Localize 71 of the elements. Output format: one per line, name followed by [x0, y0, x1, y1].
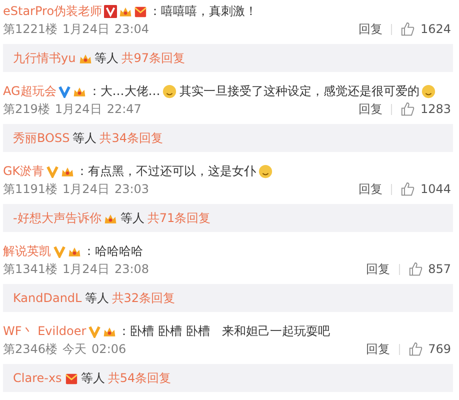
reply-count-link[interactable]: 共54条回复: [108, 370, 172, 386]
comment-text: ：嘻嘻嘻，真刺激！: [149, 2, 258, 20]
reply-count-link[interactable]: 共32条回复: [112, 290, 176, 306]
date: 1月24日: [62, 260, 110, 278]
replies-bar[interactable]: 秀丽BOSS 等人 共34条回复: [3, 124, 453, 152]
user-name[interactable]: AG超玩会: [3, 82, 56, 100]
verified-v-icon: [53, 244, 66, 258]
like-count: 1044: [420, 182, 451, 196]
like-count: 857: [428, 262, 451, 276]
emoji-icon: [162, 84, 178, 98]
reply-user-name[interactable]: 秀丽BOSS: [13, 130, 70, 146]
verified-v-icon: [58, 84, 72, 98]
floor-number: 第1191楼: [3, 180, 58, 198]
envelope-icon: [64, 372, 78, 384]
reply-count-link[interactable]: 共71条回复: [147, 210, 211, 226]
others-label: 等人: [94, 50, 119, 66]
date: 今天: [62, 340, 87, 358]
like-count: 1283: [420, 102, 451, 116]
verified-badge-icon: [104, 4, 118, 18]
others-label: 等人: [80, 370, 105, 386]
envelope-icon: [134, 4, 148, 18]
reply-user-name[interactable]: -好想大声告诉你: [13, 210, 102, 226]
user-name[interactable]: WF丶 Evildoer: [3, 322, 86, 340]
verified-v-icon: [88, 324, 102, 338]
date: 1月24日: [62, 180, 110, 198]
others-label: 等人: [84, 290, 109, 306]
others-label: 等人: [72, 130, 97, 146]
comment-text: ：有点黑，不过还可以，这是女仆: [76, 162, 256, 180]
others-label: 等人: [120, 210, 144, 226]
time: 22:47: [106, 102, 142, 116]
replies-bar[interactable]: -好想大声告诉你 等人 共71条回复: [3, 204, 453, 232]
comment-text: ：哈哈哈哈: [83, 242, 143, 260]
time: 02:06: [92, 342, 126, 356]
replies-bar[interactable]: KandDandL 等人 共32条回复: [3, 284, 453, 312]
like-count: 1624: [420, 22, 451, 36]
floor-number: 第1221楼: [3, 20, 58, 38]
thumbs-up-icon[interactable]: [409, 342, 424, 356]
thumbs-up-icon[interactable]: [401, 22, 416, 36]
reply-user-name[interactable]: KandDandL: [13, 291, 82, 305]
replies-bar[interactable]: 九行情书yu 等人 共97条回复: [3, 44, 453, 72]
date: 1月24日: [54, 100, 102, 118]
reply-link[interactable]: 回复: [358, 180, 382, 198]
reply-count-link[interactable]: 共34条回复: [100, 130, 163, 146]
time: 23:08: [114, 262, 150, 276]
verified-v-icon: [46, 164, 60, 178]
floor-number: 第1341楼: [3, 260, 58, 278]
reply-link[interactable]: 回复: [366, 340, 390, 358]
thumbs-up-icon[interactable]: [409, 262, 424, 276]
emoji-icon: [421, 84, 436, 98]
comment-text: ：卧槽 卧槽 卧槽 来和妲己一起玩耍吧: [118, 322, 330, 340]
time: 23:03: [114, 182, 150, 196]
reply-link[interactable]: 回复: [366, 260, 390, 278]
reply-link[interactable]: 回复: [358, 100, 382, 118]
user-name[interactable]: GK淤青: [3, 162, 44, 180]
date: 1月24日: [62, 20, 110, 38]
thumbs-up-icon[interactable]: [401, 102, 416, 116]
reply-user-name[interactable]: 九行情书yu: [13, 50, 76, 66]
thumbs-up-icon[interactable]: [401, 182, 416, 196]
like-count: 769: [428, 342, 451, 356]
reply-count-link[interactable]: 共97条回复: [122, 50, 185, 66]
reply-user-name[interactable]: Clare-xs: [13, 371, 62, 385]
floor-number: 第2346楼: [3, 340, 58, 358]
comment-text: ：大…大佬…: [88, 82, 160, 100]
emoji-icon: [258, 164, 274, 178]
user-name[interactable]: eStarPro伪装老师: [3, 2, 102, 20]
replies-bar[interactable]: Clare-xs 等人 共54条回复: [3, 364, 453, 392]
user-name[interactable]: 解说英凯: [3, 242, 51, 260]
reply-link[interactable]: 回复: [358, 20, 382, 38]
time: 23:04: [114, 22, 150, 36]
comment-text: 其实一旦接受了这种设定，感觉还是很可爱的: [179, 82, 420, 100]
floor-number: 第219楼: [3, 100, 50, 118]
